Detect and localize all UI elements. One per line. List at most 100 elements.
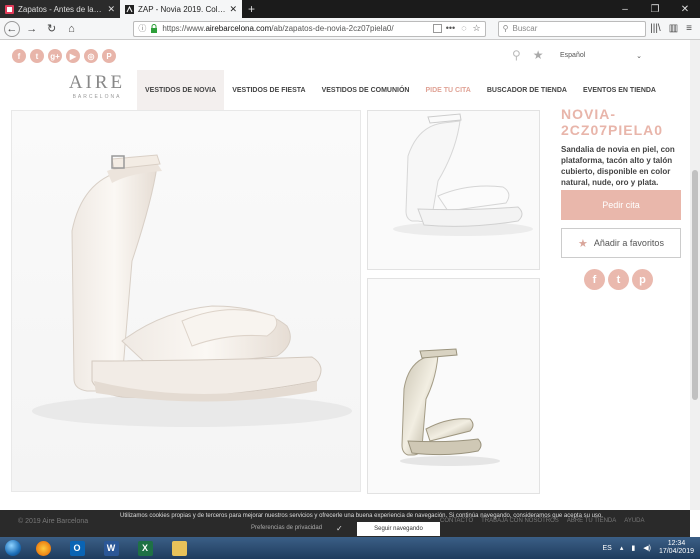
product-image-thumb-1[interactable] [367,110,540,270]
pedir-cita-button[interactable]: Pedir cita [561,190,681,220]
language-indicator[interactable]: ES [603,545,612,552]
close-window-button[interactable]: ✕ [670,0,700,18]
taskbar-firefox[interactable] [26,538,60,558]
chevron-down-icon: ⌄ [636,53,642,60]
url-text: https://www.airebarcelona.com/ab/zapatos… [162,24,428,33]
forward-button[interactable]: → [24,21,40,37]
network-icon[interactable]: ▮ [631,544,635,552]
share-pinterest-icon[interactable]: p [632,269,653,290]
browser-tab-2[interactable]: ZAP - Novia 2019. Colección Ai ✕ [120,0,242,18]
bookmark-star-icon[interactable]: ☆ [473,23,481,34]
product-title-line-2: 2CZ07PIELA0 [561,122,664,138]
product-title: NOVIA- 2CZ07PIELA0 [561,106,681,138]
nav-vestidos-novia[interactable]: VESTIDOS DE NOVIA [137,70,225,110]
close-tab-icon[interactable]: ✕ [107,4,115,15]
minimize-button[interactable]: – [610,0,640,18]
instagram-icon[interactable]: ◎ [84,49,98,63]
shoe-gold-image [400,348,500,466]
scrollbar-thumb[interactable] [692,170,698,400]
browser-tab-bar: Zapatos - Antes de la boda - Fo ✕ ZAP - … [0,0,700,18]
googleplus-icon[interactable]: g+ [48,49,62,63]
seguir-navegando-button[interactable]: Seguir navegando [357,522,440,536]
close-tab-icon[interactable]: ✕ [229,4,237,15]
share-twitter-icon[interactable]: t [608,269,629,290]
shoe-ivory-image [32,154,352,427]
start-button[interactable] [0,537,26,559]
lock-icon [151,24,158,33]
language-select[interactable]: Español ⌄ [560,52,642,60]
aire-favicon-icon [125,4,134,14]
social-links: f t g+ ▶ ◎ P [12,49,116,63]
language-label: Español [560,52,586,59]
logo-sub-text: BARCELONA [72,94,122,100]
search-bar[interactable]: ⚲ Buscar [497,20,647,37]
logo-main-text: AIRE [68,72,126,93]
new-tab-button[interactable]: + [242,0,261,18]
url-path: /ab/zapatos-de-novia-2cz07piela0/ [271,24,394,33]
product-image-main[interactable] [11,110,361,492]
website: f t g+ ▶ ◎ P ⚲ ★ Español ⌄ AIRE BARCELON… [0,40,700,510]
add-favorites-button[interactable]: ★ Añadir a favoritos [561,228,681,258]
nav-buscador-tienda[interactable]: BUSCADOR DE TIENDA [479,70,575,110]
browser-tab-1[interactable]: Zapatos - Antes de la boda - Fo ✕ [0,0,120,18]
site-search-icon[interactable]: ⚲ [512,48,521,62]
clock-time: 12:34 [667,540,686,547]
share-buttons: f t p [584,269,653,290]
library-icon[interactable]: |||\ [650,23,661,34]
clock-date: 17/04/2019 [658,548,694,555]
main-nav: VESTIDOS DE NOVIA VESTIDOS DE FIESTA VES… [137,70,664,110]
windows-logo-icon [5,540,21,556]
product-description: Sandalia de novia en piel, con plataform… [561,145,675,187]
taskbar-explorer[interactable] [162,538,196,558]
facebook-icon[interactable]: f [12,49,26,63]
nav-vestidos-fiesta[interactable]: VESTIDOS DE FIESTA [224,70,313,110]
menu-icon[interactable]: ≡ [686,23,692,34]
product-image-thumb-2[interactable] [367,278,540,494]
browser-toolbar: ← → ↻ ⌂ ⓘ https://www.airebarcelona.com/… [0,18,700,40]
volume-icon[interactable]: ◀) [643,544,651,552]
nav-vestidos-comunion[interactable]: VESTIDOS DE COMUNIÓN [314,70,418,110]
reader-view-icon[interactable] [432,24,442,33]
tab-title: Zapatos - Antes de la boda - Fo [18,4,103,14]
back-button[interactable]: ← [4,20,20,37]
nav-pide-tu-cita[interactable]: PIDE TU CITA [417,70,478,110]
shoe-white-image [393,113,533,236]
youtube-icon[interactable]: ▶ [66,49,80,63]
favorites-star-icon[interactable]: ★ [533,48,544,62]
system-tray: ES ▴ ▮ ◀) 12:34 17/04/2019 [603,540,700,556]
home-button[interactable]: ⌂ [64,21,80,37]
taskbar-word[interactable]: W [94,538,128,558]
windows-taskbar: O W X ES ▴ ▮ ◀) 12:34 17/04/2019 [0,537,700,559]
pocket-icon[interactable]: ◌ [461,23,466,34]
privacy-preferences-link[interactable]: Preferencias de privacidad [251,525,322,531]
page-actions-icon[interactable]: ••• [446,23,455,34]
window-controls: – ❐ ✕ [610,0,700,18]
checkmark-icon: ✓ [336,524,343,533]
product-title-line-1: NOVIA- [561,106,616,122]
url-domain: airebarcelona.com [205,24,272,33]
maximize-button[interactable]: ❐ [640,0,670,18]
site-favicon-icon [5,4,14,14]
tray-arrow-icon[interactable]: ▴ [620,544,624,552]
share-facebook-icon[interactable]: f [584,269,605,290]
info-icon[interactable]: ⓘ [138,23,146,34]
address-bar[interactable]: ⓘ https://www.airebarcelona.com/ab/zapat… [133,20,486,37]
star-icon: ★ [578,237,588,250]
cookie-banner: Utilizamos cookies propias y de terceros… [0,510,690,537]
clock[interactable]: 12:34 17/04/2019 [659,540,694,556]
cookie-text: Utilizamos cookies propias y de terceros… [120,513,603,519]
taskbar-excel[interactable]: X [128,538,162,558]
outlook-icon: O [69,540,85,556]
reload-button[interactable]: ↻ [44,21,60,37]
word-icon: W [103,540,119,556]
pinterest-icon[interactable]: P [102,49,116,63]
logo[interactable]: AIRE BARCELONA [68,72,126,100]
page-scrollbar[interactable] [690,40,700,510]
twitter-icon[interactable]: t [30,49,44,63]
nav-eventos-tienda[interactable]: EVENTOS EN TIENDA [575,70,664,110]
folder-icon [171,540,187,556]
sidebar-icon[interactable]: ▥ [669,23,678,34]
site-header: f t g+ ▶ ◎ P ⚲ ★ Español ⌄ AIRE BARCELON… [0,40,690,110]
taskbar-outlook[interactable]: O [60,538,94,558]
url-prefix: https://www. [162,24,206,33]
